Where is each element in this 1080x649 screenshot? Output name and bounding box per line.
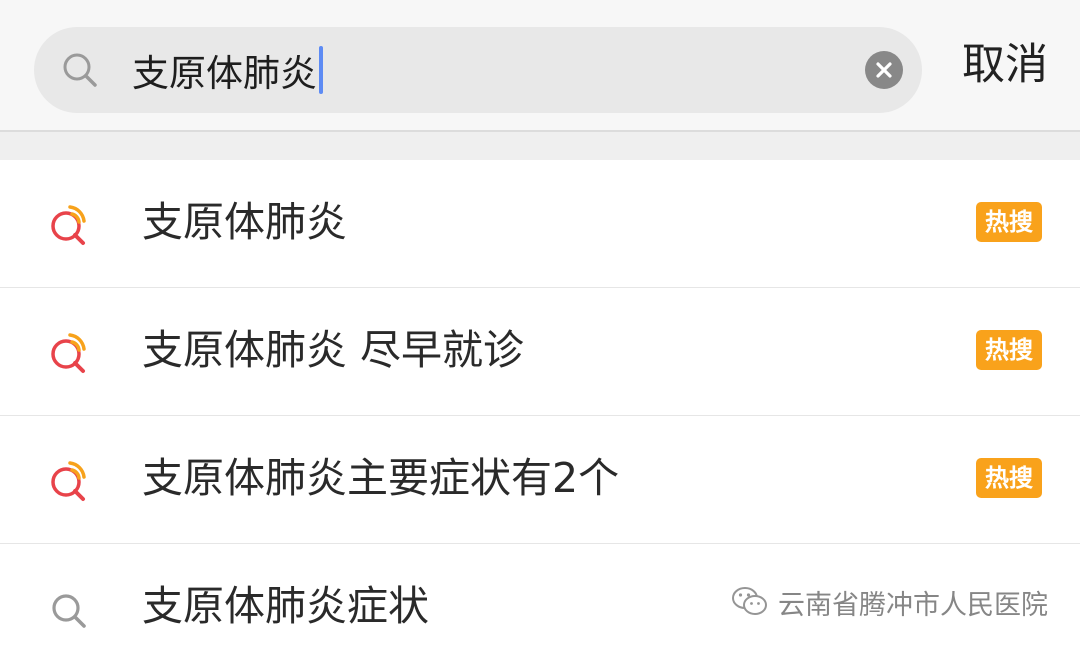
text-caret [319, 46, 323, 94]
clear-icon [876, 62, 892, 78]
search-page: 支原体肺炎 取消 支原体肺炎 热搜 支原体肺炎 尽早就诊 热搜 支原体肺炎主要症… [0, 0, 1080, 649]
search-icon [63, 53, 97, 87]
hot-search-icon [51, 205, 86, 245]
suggestion-item[interactable]: 支原体肺炎 尽早就诊 热搜 [0, 288, 1080, 416]
hot-search-icon [51, 461, 86, 501]
search-query-text: 支原体肺炎 [132, 52, 317, 95]
search-header: 支原体肺炎 取消 [0, 0, 1080, 132]
suggestion-text: 支原体肺炎 尽早就诊 [142, 326, 525, 374]
wechat-icon [732, 587, 767, 615]
clear-button[interactable] [865, 51, 903, 89]
search-query-area[interactable]: 支原体肺炎 [132, 46, 323, 95]
search-icon [52, 594, 86, 628]
suggestion-text: 支原体肺炎症状 [142, 582, 429, 630]
hot-search-badge: 热搜 [976, 202, 1042, 242]
hot-search-badge: 热搜 [976, 330, 1042, 370]
section-divider [0, 132, 1080, 160]
account-watermark: 云南省腾冲市人民医院 [730, 585, 1048, 621]
hot-search-badge: 热搜 [976, 458, 1042, 498]
suggestion-item[interactable]: 支原体肺炎 热搜 [0, 160, 1080, 288]
search-input[interactable]: 支原体肺炎 [34, 27, 922, 113]
suggestion-item[interactable]: 支原体肺炎主要症状有2个 热搜 [0, 416, 1080, 544]
suggestion-text: 支原体肺炎主要症状有2个 [142, 454, 620, 502]
cancel-button[interactable]: 取消 [962, 44, 1048, 87]
hot-search-icon [51, 333, 86, 373]
suggestion-list: 支原体肺炎 热搜 支原体肺炎 尽早就诊 热搜 支原体肺炎主要症状有2个 热搜 支… [0, 160, 1080, 649]
suggestion-text: 支原体肺炎 [142, 198, 347, 246]
watermark-text: 云南省腾冲市人民医院 [778, 589, 1048, 621]
